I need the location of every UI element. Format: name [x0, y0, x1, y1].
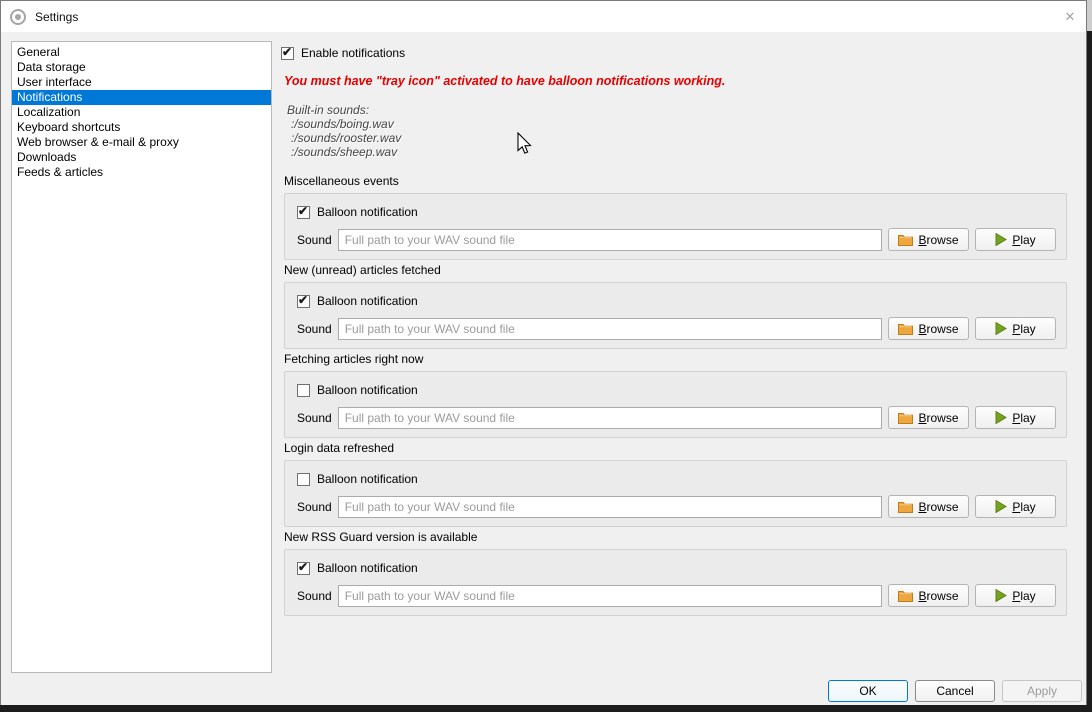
notifications-settings-panel: Enable notifications You must have "tray…	[278, 41, 1078, 673]
play-button[interactable]: Play	[975, 406, 1056, 429]
section-title: Fetching articles right now	[284, 352, 1067, 366]
play-icon	[995, 411, 1007, 424]
folder-icon	[898, 500, 913, 513]
sidebar-item[interactable]: Keyboard shortcuts	[12, 120, 271, 135]
browse-button-label: Browse	[918, 411, 958, 425]
section-group-box: Balloon notification Sound Browse	[284, 371, 1067, 438]
sidebar-item[interactable]: Data storage	[12, 60, 271, 75]
sidebar-item[interactable]: General	[12, 45, 271, 60]
play-button[interactable]: Play	[975, 317, 1056, 340]
sound-label: Sound	[297, 411, 332, 425]
sound-path-input[interactable]	[338, 229, 882, 251]
dialog-buttons: OK Cancel Apply	[828, 680, 1082, 702]
play-icon	[995, 233, 1007, 246]
close-icon[interactable]: ✕	[1061, 8, 1079, 26]
play-button-label: Play	[1012, 500, 1035, 514]
browse-button-label: Browse	[918, 233, 958, 247]
balloon-notification-label: Balloon notification	[317, 561, 418, 575]
sound-label: Sound	[297, 589, 332, 603]
enable-notifications-checkbox[interactable]	[281, 47, 294, 60]
notification-section: Fetching articles right now Balloon noti…	[284, 352, 1067, 438]
sound-path-input[interactable]	[338, 585, 882, 607]
play-icon	[995, 322, 1007, 335]
sound-path-input[interactable]	[338, 407, 882, 429]
cancel-button[interactable]: Cancel	[915, 680, 995, 702]
play-button[interactable]: Play	[975, 584, 1056, 607]
balloon-notification-label: Balloon notification	[317, 294, 418, 308]
notification-section: New (unread) articles fetched Balloon no…	[284, 263, 1067, 349]
balloon-notification-checkbox[interactable]	[297, 562, 310, 575]
notification-section: Login data refreshed Balloon notificatio…	[284, 441, 1067, 527]
folder-icon	[898, 589, 913, 602]
notification-sections: Miscellaneous events Balloon notificatio…	[284, 174, 1067, 619]
settings-category-list: GeneralData storageUser interfaceNotific…	[11, 41, 272, 673]
sidebar-item[interactable]: Notifications	[12, 90, 271, 105]
sound-label: Sound	[297, 500, 332, 514]
sidebar-item[interactable]: Downloads	[12, 150, 271, 165]
notification-section: Miscellaneous events Balloon notificatio…	[284, 174, 1067, 260]
section-group-box: Balloon notification Sound Browse	[284, 193, 1067, 260]
browse-button-label: Browse	[918, 322, 958, 336]
section-title: New RSS Guard version is available	[284, 530, 1067, 544]
balloon-notification-checkbox[interactable]	[297, 384, 310, 397]
balloon-notification-label: Balloon notification	[317, 383, 418, 397]
play-button[interactable]: Play	[975, 495, 1056, 518]
balloon-notification-checkbox[interactable]	[297, 295, 310, 308]
sound-label: Sound	[297, 322, 332, 336]
sidebar-item[interactable]: Web browser & e-mail & proxy	[12, 135, 271, 150]
title-bar: Settings ✕	[1, 1, 1086, 32]
folder-icon	[898, 233, 913, 246]
balloon-notification-label: Balloon notification	[317, 472, 418, 486]
balloon-notification-label: Balloon notification	[317, 205, 418, 219]
play-button-label: Play	[1012, 589, 1035, 603]
window-title: Settings	[35, 10, 78, 24]
browse-button-label: Browse	[918, 500, 958, 514]
section-group-box: Balloon notification Sound Browse	[284, 460, 1067, 527]
sidebar-item[interactable]: Localization	[12, 105, 271, 120]
builtin-sound-path: :/sounds/rooster.wav	[287, 131, 401, 145]
play-button-label: Play	[1012, 322, 1035, 336]
play-button-label: Play	[1012, 233, 1035, 247]
builtin-sounds-block: Built-in sounds: :/sounds/boing.wav:/sou…	[287, 103, 401, 159]
play-button[interactable]: Play	[975, 228, 1056, 251]
builtin-sound-path: :/sounds/boing.wav	[287, 117, 401, 131]
builtin-sound-path: :/sounds/sheep.wav	[287, 145, 401, 159]
section-group-box: Balloon notification Sound Browse	[284, 549, 1067, 616]
apply-button[interactable]: Apply	[1002, 680, 1082, 702]
enable-notifications-label: Enable notifications	[301, 46, 405, 60]
browse-button[interactable]: Browse	[888, 495, 969, 518]
section-title: Miscellaneous events	[284, 174, 1067, 188]
tray-icon-warning-text: You must have "tray icon" activated to h…	[284, 74, 725, 88]
play-icon	[995, 589, 1007, 602]
section-group-box: Balloon notification Sound Browse	[284, 282, 1067, 349]
balloon-notification-checkbox[interactable]	[297, 206, 310, 219]
section-title: Login data refreshed	[284, 441, 1067, 455]
settings-dialog: Settings ✕ GeneralData storageUser inter…	[0, 0, 1087, 705]
play-button-label: Play	[1012, 411, 1035, 425]
notification-section: New RSS Guard version is available Ballo…	[284, 530, 1067, 616]
sound-label: Sound	[297, 233, 332, 247]
browse-button[interactable]: Browse	[888, 228, 969, 251]
sidebar-item[interactable]: User interface	[12, 75, 271, 90]
sound-path-input[interactable]	[338, 318, 882, 340]
balloon-notification-checkbox[interactable]	[297, 473, 310, 486]
browse-button[interactable]: Browse	[888, 584, 969, 607]
settings-app-icon	[10, 9, 26, 25]
play-icon	[995, 500, 1007, 513]
browse-button[interactable]: Browse	[888, 406, 969, 429]
sound-path-input[interactable]	[338, 496, 882, 518]
folder-icon	[898, 322, 913, 335]
browse-button-label: Browse	[918, 589, 958, 603]
folder-icon	[898, 411, 913, 424]
ok-button[interactable]: OK	[828, 680, 908, 702]
builtin-sounds-heading: Built-in sounds:	[287, 103, 401, 117]
window-frame-edge	[1087, 0, 1092, 31]
browse-button[interactable]: Browse	[888, 317, 969, 340]
enable-notifications-row: Enable notifications	[281, 45, 405, 61]
section-title: New (unread) articles fetched	[284, 263, 1067, 277]
sidebar-item[interactable]: Feeds & articles	[12, 165, 271, 180]
